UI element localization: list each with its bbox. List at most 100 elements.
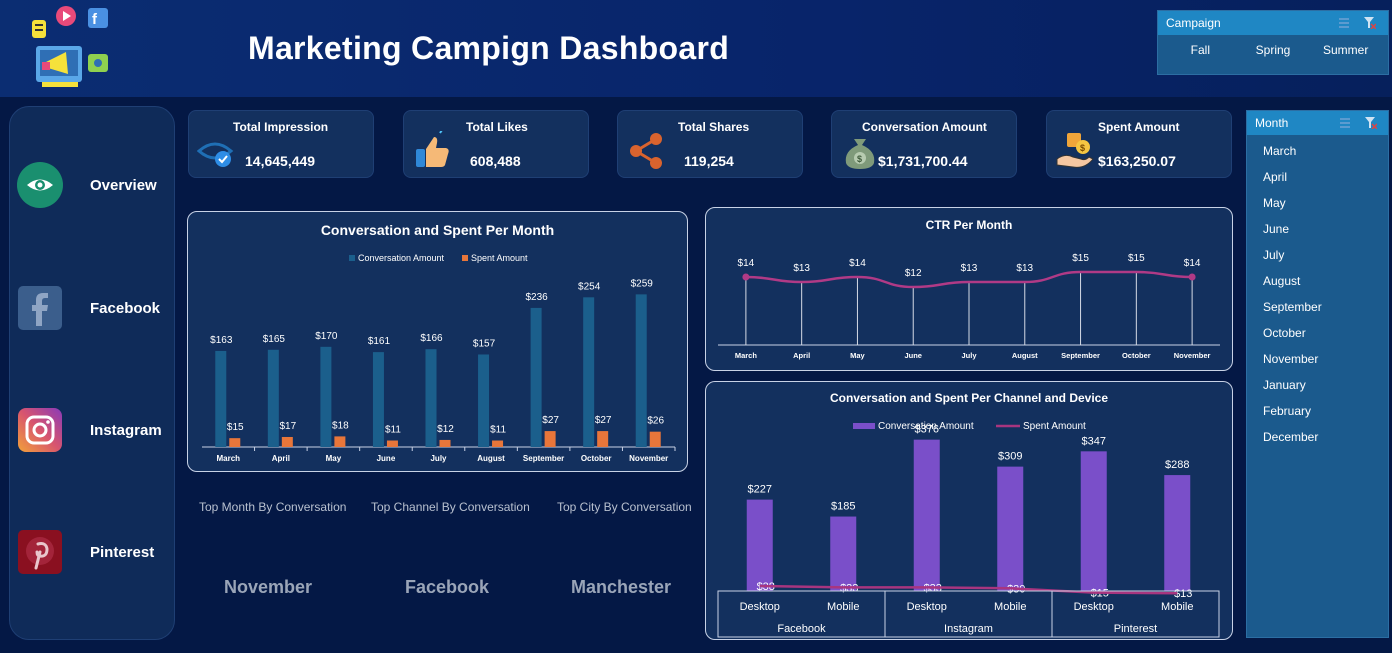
x-tick-label: Mobile xyxy=(827,601,859,613)
month-slicer: Month March April May June July August S… xyxy=(1246,110,1389,638)
x-tick-label: October xyxy=(1122,351,1151,360)
kpi-card-impression: Total Impression 14,645,449 xyxy=(188,110,374,178)
month-item[interactable]: October xyxy=(1263,326,1388,352)
kpi-value: $163,250.07 xyxy=(1098,153,1176,169)
sidebar-item-overview[interactable]: Overview xyxy=(17,162,157,208)
month-item[interactable]: January xyxy=(1263,378,1388,404)
kpi-title: Total Shares xyxy=(678,120,750,134)
share-icon xyxy=(630,133,662,169)
sidebar-item-facebook[interactable]: Facebook xyxy=(17,285,160,331)
month-item[interactable]: November xyxy=(1263,352,1388,378)
month-slicer-title: Month xyxy=(1255,116,1289,130)
x-tick-label: Desktop xyxy=(740,601,780,613)
month-item[interactable]: June xyxy=(1263,222,1388,248)
month-item[interactable]: April xyxy=(1263,170,1388,196)
conversation-bar xyxy=(583,297,595,447)
data-label: $12 xyxy=(905,268,922,279)
top-channel-value: Facebook xyxy=(405,577,490,597)
data-label: $15 xyxy=(1072,253,1089,264)
conversation-bar xyxy=(913,439,940,591)
kpi-value: 14,645,449 xyxy=(245,153,316,169)
kpi-title: Total Impression xyxy=(233,120,329,134)
spent-bar xyxy=(439,439,451,447)
x-tick-label: April xyxy=(272,454,290,463)
legend-spent: Spent Amount xyxy=(1023,421,1086,432)
month-item[interactable]: September xyxy=(1263,300,1388,326)
thumbs-up-icon xyxy=(416,131,449,167)
monthly-bar-chart-svg: Conversation Amount Spent Amount $163 $15 Ma… xyxy=(202,253,676,463)
month-item[interactable]: July xyxy=(1263,248,1388,274)
data-label: $18 xyxy=(332,420,349,431)
x-tick-label: Desktop xyxy=(907,601,947,613)
sidebar-item-label: Facebook xyxy=(90,299,161,317)
ctr-marker xyxy=(1188,273,1196,281)
month-item[interactable]: December xyxy=(1263,430,1388,456)
x-tick-label: September xyxy=(523,454,564,463)
data-label: $11 xyxy=(385,425,401,436)
data-label: $14 xyxy=(849,258,866,269)
data-label: $11 xyxy=(490,425,506,436)
spent-bar xyxy=(597,431,609,447)
data-label: $13 xyxy=(793,263,810,274)
data-label: $288 xyxy=(1165,459,1189,471)
x-tick-label: Mobile xyxy=(1161,601,1193,613)
spent-bar xyxy=(544,431,556,447)
data-label: $259 xyxy=(631,278,654,289)
group-label: Instagram xyxy=(944,623,993,635)
data-label: $17 xyxy=(279,421,296,432)
data-label: $170 xyxy=(315,331,338,342)
sidebar-item-label: Instagram xyxy=(90,421,162,439)
data-label: $166 xyxy=(420,333,443,344)
facebook-icon xyxy=(17,285,63,331)
x-tick-label: August xyxy=(1012,351,1038,360)
monthly-conversation-chart: Conversation and Spent Per Month Convers… xyxy=(187,211,688,472)
conversation-bar xyxy=(425,349,437,447)
data-label: $163 xyxy=(210,335,233,346)
clear-filter-icon[interactable] xyxy=(1364,17,1376,29)
clear-filter-icon[interactable] xyxy=(1365,117,1377,129)
x-tick-label: Mobile xyxy=(994,601,1026,613)
campaign-slicer: Campaign Fall Spring Summer xyxy=(1157,10,1389,75)
svg-text:$: $ xyxy=(857,154,862,164)
x-tick-label: Desktop xyxy=(1074,601,1114,613)
data-label: $13 xyxy=(961,263,978,274)
group-label: Facebook xyxy=(777,623,826,635)
kpi-card-shares: Total Shares 119,254 xyxy=(617,110,803,178)
multi-select-icon[interactable] xyxy=(1339,117,1351,129)
campaign-item-spring[interactable]: Spring xyxy=(1237,43,1310,57)
campaign-item-summer[interactable]: Summer xyxy=(1309,43,1382,57)
sidebar-item-pinterest[interactable]: Pinterest xyxy=(17,529,154,575)
legend-swatch-conversation xyxy=(349,255,355,261)
multi-select-icon[interactable] xyxy=(1338,17,1350,29)
data-label: $254 xyxy=(578,281,601,292)
conversation-bar xyxy=(320,346,332,447)
sidebar-item-instagram[interactable]: Instagram xyxy=(17,407,162,453)
data-label: $27 xyxy=(542,415,559,426)
kpi-card-spent: $ Spent Amount $163,250.07 xyxy=(1046,110,1232,178)
data-label: $165 xyxy=(263,334,286,345)
month-slicer-header: Month xyxy=(1247,111,1388,135)
conversation-bar xyxy=(830,516,857,591)
data-label: $185 xyxy=(831,501,855,513)
campaign-item-fall[interactable]: Fall xyxy=(1164,43,1237,57)
spent-bar xyxy=(492,440,504,447)
x-tick-label: March xyxy=(216,454,240,463)
data-label: $14 xyxy=(738,258,755,269)
conversation-bar xyxy=(267,349,279,447)
pinterest-icon xyxy=(17,529,63,575)
ctr-chart: CTR Per Month $14 March $13 April $14 May $12 J… xyxy=(705,207,1233,371)
campaign-slicer-title: Campaign xyxy=(1166,16,1221,30)
month-item[interactable]: February xyxy=(1263,404,1388,430)
data-label: $14 xyxy=(1184,258,1201,269)
data-label: $26 xyxy=(647,416,664,427)
conversation-bar xyxy=(635,294,647,447)
x-tick-label: November xyxy=(629,454,668,463)
month-item[interactable]: May xyxy=(1263,196,1388,222)
sidebar-item-label: Overview xyxy=(90,176,157,194)
month-item[interactable]: March xyxy=(1263,144,1388,170)
kpi-title: Conversation Amount xyxy=(862,120,987,134)
month-item[interactable]: August xyxy=(1263,274,1388,300)
data-label: $27 xyxy=(595,415,612,426)
spent-line xyxy=(759,584,1178,595)
data-label: $227 xyxy=(748,484,772,496)
